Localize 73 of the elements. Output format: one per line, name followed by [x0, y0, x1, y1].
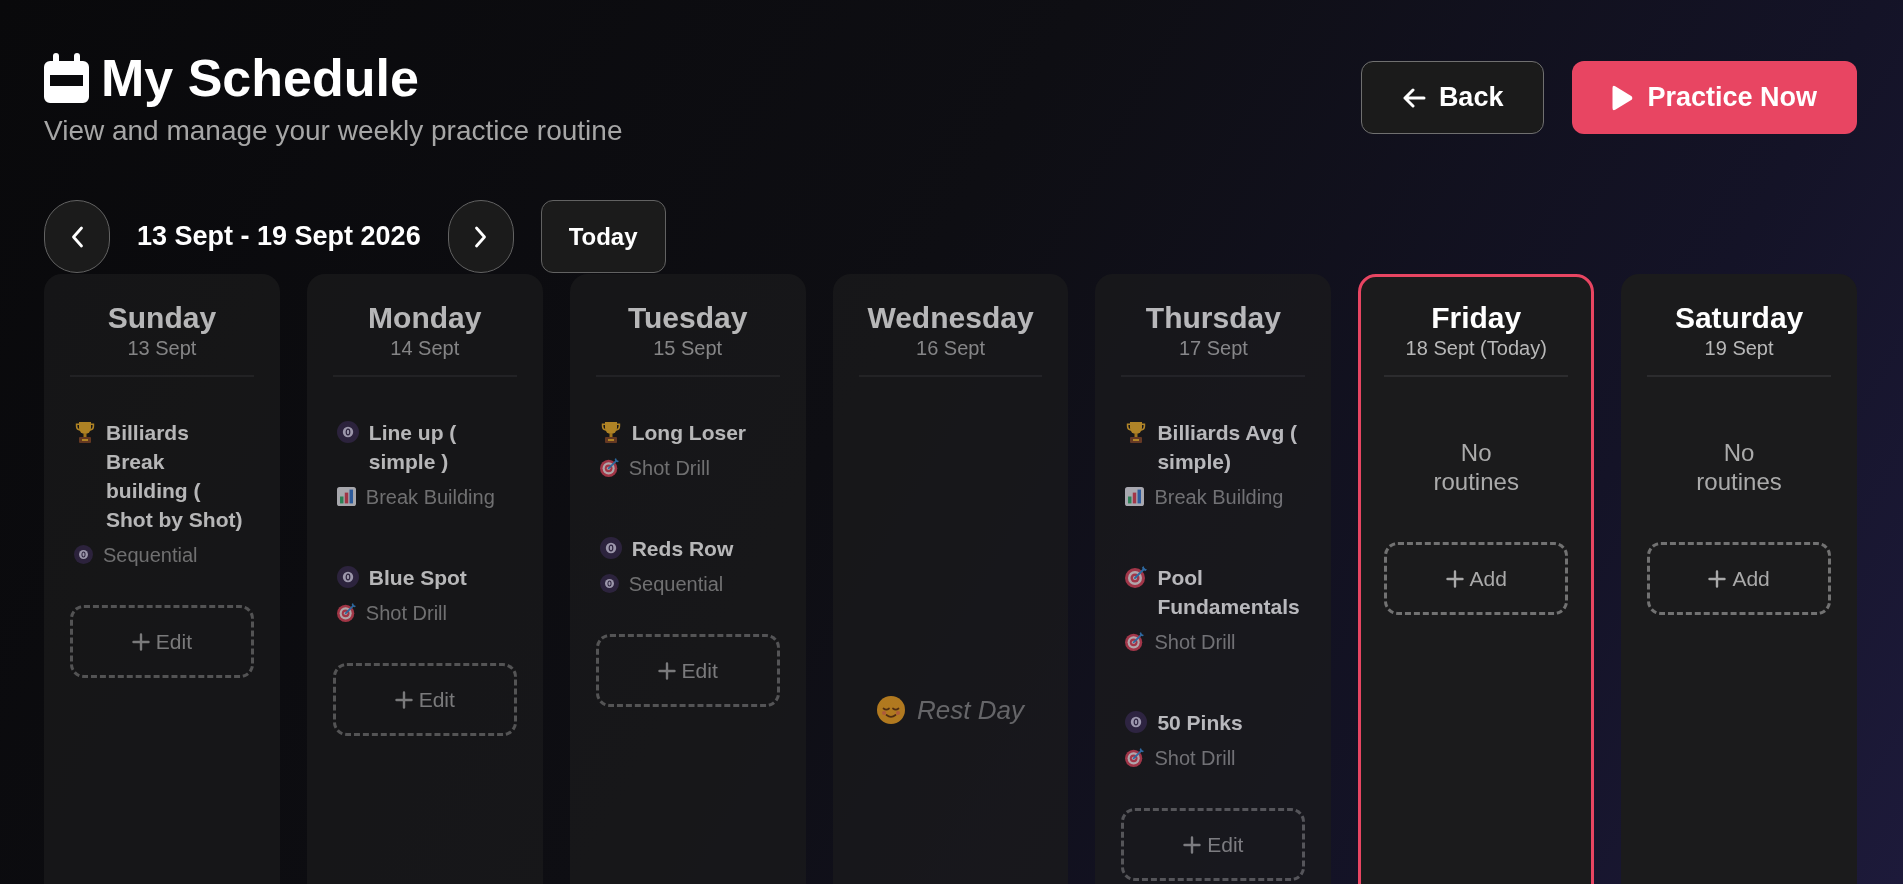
- routine-type: Sequential: [103, 543, 198, 567]
- routine-title: Pool Fundamentals: [1157, 565, 1301, 620]
- bar-chart-icon: [336, 487, 356, 506]
- calendar-icon: [44, 53, 89, 103]
- plus-icon: [1708, 569, 1727, 588]
- chevron-right-icon: [474, 225, 488, 248]
- plus-icon: [1183, 835, 1202, 854]
- ball-icon: [74, 545, 93, 564]
- today-button[interactable]: Today: [540, 200, 666, 273]
- routine-title: Billiards Avg ( simple): [1157, 420, 1299, 475]
- routine-type: Shot Drill: [1154, 746, 1236, 770]
- routine-type: Shot Drill: [628, 456, 710, 480]
- routine-title: Long Loser: [631, 420, 747, 446]
- edit-button[interactable]: Edit: [70, 605, 254, 678]
- edit-button[interactable]: Edit: [595, 634, 780, 707]
- add-button[interactable]: Add: [1647, 542, 1831, 615]
- chevron-left-icon: [70, 225, 84, 248]
- previous-week-button[interactable]: [44, 200, 110, 273]
- trophy-icon: [1125, 421, 1148, 443]
- day-date: 19 Sept: [1704, 336, 1774, 360]
- empty-message: No routines: [1695, 438, 1783, 496]
- smiling-face-icon: [877, 696, 906, 724]
- day-date: 17 Sept: [1178, 336, 1248, 360]
- week-range: 13 Sept - 19 Sept 2026: [137, 220, 421, 254]
- ball-icon: [599, 537, 622, 559]
- trophy-icon: [74, 421, 96, 443]
- target-icon: [599, 458, 619, 477]
- day-name: Saturday: [1674, 300, 1804, 336]
- target-icon: [1125, 566, 1148, 588]
- routine-type: Break Building: [1154, 485, 1284, 509]
- day-date: 18 Sept (Today): [1405, 336, 1547, 360]
- ball-icon: [1125, 711, 1148, 733]
- rest-day-label: Rest Day: [917, 694, 1024, 726]
- edit-button[interactable]: Edit: [332, 663, 517, 736]
- day-name: Monday: [368, 300, 482, 336]
- target-icon: [1125, 632, 1145, 651]
- play-icon: [1612, 84, 1634, 111]
- routine-title: Billiards Break building ( Shot by Shot): [106, 420, 244, 533]
- target-icon: [1125, 748, 1145, 767]
- routine-title: Reds Row: [631, 536, 734, 562]
- ball-icon: [336, 421, 359, 443]
- ball-icon: [336, 566, 359, 588]
- plus-icon: [394, 690, 413, 709]
- edit-button[interactable]: Edit: [1121, 808, 1306, 881]
- day-date: 16 Sept: [916, 336, 985, 360]
- day-name: Sunday: [107, 300, 217, 336]
- routine-title: Line up ( simple ): [368, 420, 458, 475]
- day-date: 13 Sept: [127, 336, 197, 360]
- routine-type: Shot Drill: [365, 601, 447, 625]
- routine-title: 50 Pinks: [1157, 710, 1243, 736]
- routine-type: Break Building: [365, 485, 495, 509]
- day-name: Thursday: [1145, 300, 1281, 336]
- day-date: 14 Sept: [390, 336, 460, 360]
- page-subtitle: View and manage your weekly practice routine: [44, 114, 623, 148]
- day-name: Tuesday: [627, 300, 748, 336]
- plus-icon: [1445, 569, 1464, 588]
- practice-now-button[interactable]: Practice Now: [1572, 61, 1857, 134]
- ball-icon: [599, 574, 619, 593]
- routine-title: Blue Spot: [368, 565, 467, 591]
- day-date: 15 Sept: [653, 336, 723, 360]
- arrow-left-icon: [1401, 87, 1426, 108]
- day-name: Wednesday: [867, 300, 1034, 336]
- day-name: Friday: [1431, 300, 1522, 336]
- back-button[interactable]: Back: [1360, 61, 1545, 134]
- plus-icon: [657, 661, 676, 680]
- trophy-icon: [599, 421, 622, 443]
- add-button[interactable]: Add: [1384, 542, 1569, 615]
- target-icon: [336, 603, 356, 622]
- plus-icon: [131, 632, 150, 651]
- routine-type: Sequential: [628, 572, 724, 596]
- empty-message: No routines: [1432, 438, 1520, 496]
- bar-chart-icon: [1125, 487, 1145, 506]
- routine-type: Shot Drill: [1154, 630, 1236, 654]
